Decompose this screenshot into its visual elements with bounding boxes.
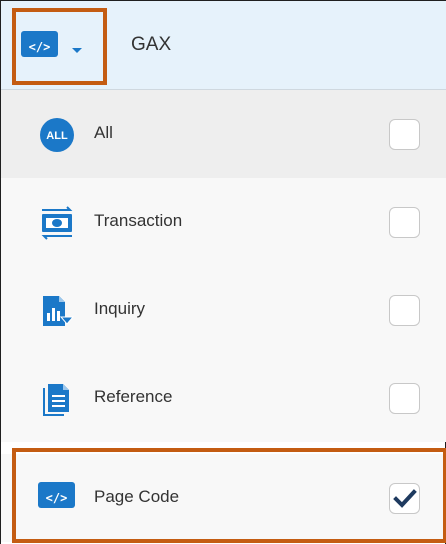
- page-code-icon: </>: [38, 482, 75, 508]
- code-icon-glyph: </>: [28, 40, 51, 54]
- filter-item-transaction[interactable]: Transaction: [1, 178, 446, 266]
- page-code-checkbox[interactable]: [389, 483, 420, 514]
- filter-item-reference[interactable]: Reference: [1, 354, 446, 442]
- filter-item-inquiry[interactable]: Inquiry: [1, 266, 446, 354]
- all-checkbox[interactable]: [389, 119, 420, 150]
- panel-header: </> GAX: [1, 1, 446, 90]
- page-title: GAX: [131, 34, 172, 55]
- chevron-down-icon: [72, 48, 82, 53]
- code-icon: </>: [21, 31, 58, 57]
- filter-item-label: Page Code: [94, 487, 180, 506]
- inquiry-checkbox[interactable]: [389, 295, 420, 326]
- inquiry-icon: [43, 296, 75, 326]
- filter-item-page-code[interactable]: </> Page Code: [1, 454, 446, 542]
- transaction-icon: [41, 206, 73, 240]
- filter-item-label: Reference: [94, 387, 173, 406]
- reference-checkbox[interactable]: [389, 383, 420, 414]
- all-icon: ALL: [40, 118, 74, 152]
- svg-text:ALL: ALL: [46, 130, 68, 142]
- transaction-checkbox[interactable]: [389, 207, 420, 238]
- checkmark-icon: [393, 489, 417, 508]
- filter-item-label: All: [94, 123, 113, 142]
- reference-icon: [43, 384, 69, 416]
- filter-item-label: Transaction: [94, 211, 183, 230]
- filter-item-all[interactable]: ALL All: [1, 90, 446, 178]
- filter-panel: </> GAX ALL All Transaction Inquiry Refe…: [0, 0, 446, 544]
- page-code-icon-glyph: </>: [45, 491, 68, 505]
- filter-item-label: Inquiry: [94, 299, 146, 318]
- type-dropdown-button[interactable]: </>: [12, 8, 107, 85]
